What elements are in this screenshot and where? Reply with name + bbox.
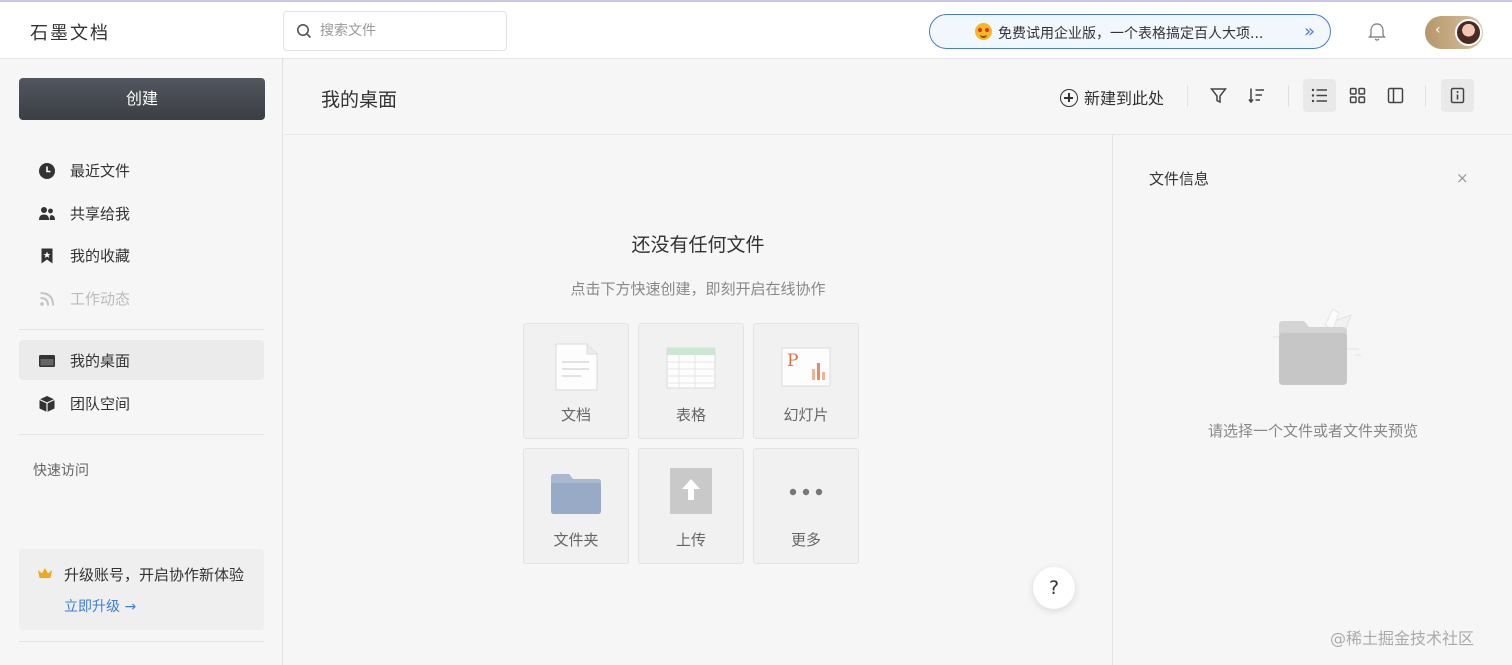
sidebar-item-activity[interactable]: 工作动态 bbox=[19, 278, 264, 318]
close-icon[interactable]: × bbox=[1456, 169, 1469, 187]
sidebar-item-desktop[interactable]: 我的桌面 bbox=[19, 340, 264, 380]
empty-state-subtitle: 点击下方快速创建，即刻开启在线协作 bbox=[570, 280, 826, 298]
main-content: 还没有任何文件 点击下方快速创建，即刻开启在线协作 文档 表格 P 幻灯片 文件… bbox=[284, 135, 1112, 665]
tile-label: 文档 bbox=[560, 406, 591, 424]
filter-icon bbox=[1210, 88, 1227, 104]
double-chevron-right-icon: » bbox=[1304, 21, 1316, 42]
file-info-toggle[interactable] bbox=[1441, 79, 1474, 112]
avatar bbox=[1455, 19, 1482, 46]
sidebar-divider bbox=[19, 434, 264, 435]
info-icon bbox=[1450, 87, 1465, 104]
sidebar-item-favorites[interactable]: 我的收藏 bbox=[19, 235, 264, 275]
tile-label: 幻灯片 bbox=[783, 406, 829, 424]
cube-icon bbox=[39, 396, 55, 412]
sidebar-item-label: 我的桌面 bbox=[70, 352, 131, 370]
slides-icon: P bbox=[781, 347, 831, 387]
watermark: @稀土掘金技术社区 bbox=[1330, 629, 1475, 648]
search-icon bbox=[297, 24, 312, 39]
create-slides-tile[interactable]: P 幻灯片 bbox=[753, 323, 859, 439]
upgrade-link[interactable]: 立即升级 → bbox=[64, 596, 136, 616]
sidebar-item-label: 共享给我 bbox=[70, 205, 131, 223]
folder-icon bbox=[551, 474, 601, 514]
more-tile[interactable]: 更多 bbox=[753, 448, 859, 564]
upload-tile[interactable]: 上传 bbox=[638, 448, 744, 564]
create-sheet-tile[interactable]: 表格 bbox=[638, 323, 744, 439]
page-title: 我的桌面 bbox=[321, 89, 398, 111]
sidebar: 创建 最近文件 共享给我 我的收藏 工作动态 我的桌面 团队空间 快速访问 升级… bbox=[0, 59, 283, 665]
tile-label: 更多 bbox=[790, 531, 821, 549]
top-bar: 石墨文档 免费试用企业版，一个表格搞定百人大项... » ‹ bbox=[0, 0, 1512, 59]
star-struck-emoji-icon bbox=[975, 23, 992, 40]
empty-state-title: 还没有任何文件 bbox=[631, 234, 765, 256]
toolbar-divider bbox=[1187, 85, 1188, 107]
upgrade-card: 升级账号，开启协作新体验 立即升级 → bbox=[19, 549, 264, 630]
sidebar-item-shared[interactable]: 共享给我 bbox=[19, 193, 264, 233]
more-dots-icon bbox=[789, 488, 823, 496]
file-info-placeholder: 请选择一个文件或者文件夹预览 bbox=[1207, 422, 1418, 440]
account-menu[interactable]: ‹ bbox=[1425, 16, 1483, 49]
sidebar-item-label: 工作动态 bbox=[70, 290, 131, 308]
help-button[interactable]: ? bbox=[1033, 567, 1075, 609]
sidebar-item-label: 最近文件 bbox=[70, 162, 131, 180]
sidebar-view-icon bbox=[1387, 87, 1404, 104]
new-here-button[interactable]: 新建到此处 bbox=[1060, 85, 1164, 109]
toolbar-divider bbox=[1288, 85, 1289, 107]
quick-access-heading: 快速访问 bbox=[33, 463, 89, 479]
upgrade-title: 升级账号，开启协作新体验 bbox=[64, 566, 245, 584]
sidebar-item-recent[interactable]: 最近文件 bbox=[19, 150, 264, 190]
new-here-label: 新建到此处 bbox=[1084, 89, 1165, 108]
spreadsheet-icon bbox=[666, 347, 716, 389]
bell-icon[interactable] bbox=[1366, 21, 1388, 43]
file-info-title: 文件信息 bbox=[1149, 170, 1210, 188]
sidebar-item-label: 团队空间 bbox=[70, 395, 131, 413]
upload-icon bbox=[670, 468, 712, 514]
chevron-left-icon: ‹ bbox=[1435, 22, 1441, 38]
sidebar-item-team[interactable]: 团队空间 bbox=[19, 383, 264, 423]
tile-label: 表格 bbox=[675, 406, 706, 424]
list-view-button[interactable] bbox=[1303, 79, 1336, 112]
content-header: 我的桌面 新建到此处 bbox=[284, 59, 1512, 135]
search-input[interactable] bbox=[320, 20, 500, 42]
sidebar-divider bbox=[19, 329, 264, 330]
create-button[interactable]: 创建 bbox=[19, 78, 265, 120]
grid-view-button[interactable] bbox=[1341, 79, 1374, 112]
split-view-button[interactable] bbox=[1379, 79, 1412, 112]
svg-text:P: P bbox=[787, 351, 798, 371]
create-folder-tile[interactable]: 文件夹 bbox=[523, 448, 629, 564]
crown-icon bbox=[38, 568, 52, 578]
list-view-icon bbox=[1311, 88, 1327, 103]
plus-circle-icon bbox=[1060, 89, 1078, 107]
empty-folder-illustration-icon bbox=[1273, 308, 1361, 385]
grid-view-icon bbox=[1349, 87, 1366, 104]
promo-banner[interactable]: 免费试用企业版，一个表格搞定百人大项... » bbox=[929, 14, 1331, 49]
sidebar-item-label: 我的收藏 bbox=[70, 247, 131, 265]
tile-label: 文件夹 bbox=[553, 531, 599, 549]
toolbar-divider bbox=[1425, 85, 1426, 107]
clock-icon bbox=[39, 163, 55, 179]
bookmark-icon bbox=[41, 248, 53, 264]
promo-text: 免费试用企业版，一个表格搞定百人大项... bbox=[998, 26, 1264, 42]
sidebar-divider bbox=[19, 641, 264, 642]
filter-button[interactable] bbox=[1202, 79, 1235, 112]
document-icon bbox=[555, 343, 598, 391]
file-info-panel: 文件信息 × 请选择一个文件或者文件夹预览 bbox=[1112, 135, 1512, 665]
search-box[interactable] bbox=[283, 11, 507, 51]
desktop-icon bbox=[39, 355, 55, 367]
sort-button[interactable] bbox=[1240, 79, 1273, 112]
tile-label: 上传 bbox=[675, 531, 706, 549]
rss-icon bbox=[40, 292, 54, 306]
create-document-tile[interactable]: 文档 bbox=[523, 323, 629, 439]
people-icon bbox=[39, 207, 55, 220]
sort-icon bbox=[1248, 88, 1264, 104]
app-logo[interactable]: 石墨文档 bbox=[30, 19, 110, 45]
